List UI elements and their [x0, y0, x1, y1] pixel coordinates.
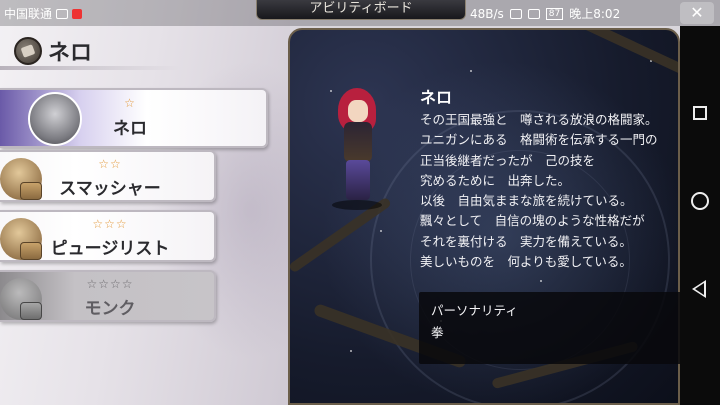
system-nav-bar — [680, 26, 720, 405]
job-card-monk[interactable]: ☆☆☆☆ モンク — [0, 270, 216, 322]
profile-bio: その王国最強と 噂される放浪の格闘家。 ユニガンにある 格闘術を伝承する一門の … — [420, 112, 658, 270]
circle-icon[interactable] — [691, 192, 709, 210]
job-card-nero[interactable]: ☆ ネロ — [0, 88, 268, 148]
clock: 晚上8:02 — [569, 7, 621, 21]
character-sprite — [332, 88, 382, 212]
profile-name: ネロ — [420, 88, 453, 107]
job-name: モンク — [84, 299, 136, 319]
header-divider — [0, 66, 180, 70]
close-button[interactable]: ✕ — [680, 2, 714, 24]
net-speed: 48B/s — [470, 6, 504, 21]
job-rank-stars: ☆☆ — [98, 157, 122, 171]
job-rank-stars: ☆☆☆ — [92, 217, 128, 231]
battery-indicator: 87 — [545, 7, 564, 20]
back-triangle-icon[interactable] — [692, 280, 706, 298]
job-name: スマッシャー — [59, 179, 161, 199]
job-card-pugilist[interactable]: ☆☆☆ ピュージリスト — [0, 210, 216, 262]
job-card-smasher[interactable]: ☆☆ スマッシャー — [0, 150, 216, 202]
personality-box: パーソナリティ 拳 — [419, 292, 688, 364]
job-name: ピュージリスト — [50, 239, 170, 259]
job-rank-stars: ☆☆☆☆ — [86, 277, 134, 291]
vibrate-icon — [509, 8, 522, 19]
job-name: ネロ — [113, 119, 147, 139]
wifi-icon — [527, 8, 540, 19]
job-rank-stars: ☆ — [124, 96, 136, 110]
personality-value: 拳 — [431, 325, 444, 340]
character-name: ネロ — [48, 41, 93, 66]
character-header: ネロ — [14, 36, 92, 66]
carrier-label: 中国联通 — [4, 7, 53, 21]
fist-icon — [14, 37, 42, 65]
personality-label: パーソナリティ — [431, 303, 518, 318]
app-notification-icon — [72, 8, 83, 19]
notification-icon — [56, 8, 69, 19]
screen-title: アビリティボード — [256, 0, 466, 20]
square-icon[interactable] — [693, 106, 707, 120]
